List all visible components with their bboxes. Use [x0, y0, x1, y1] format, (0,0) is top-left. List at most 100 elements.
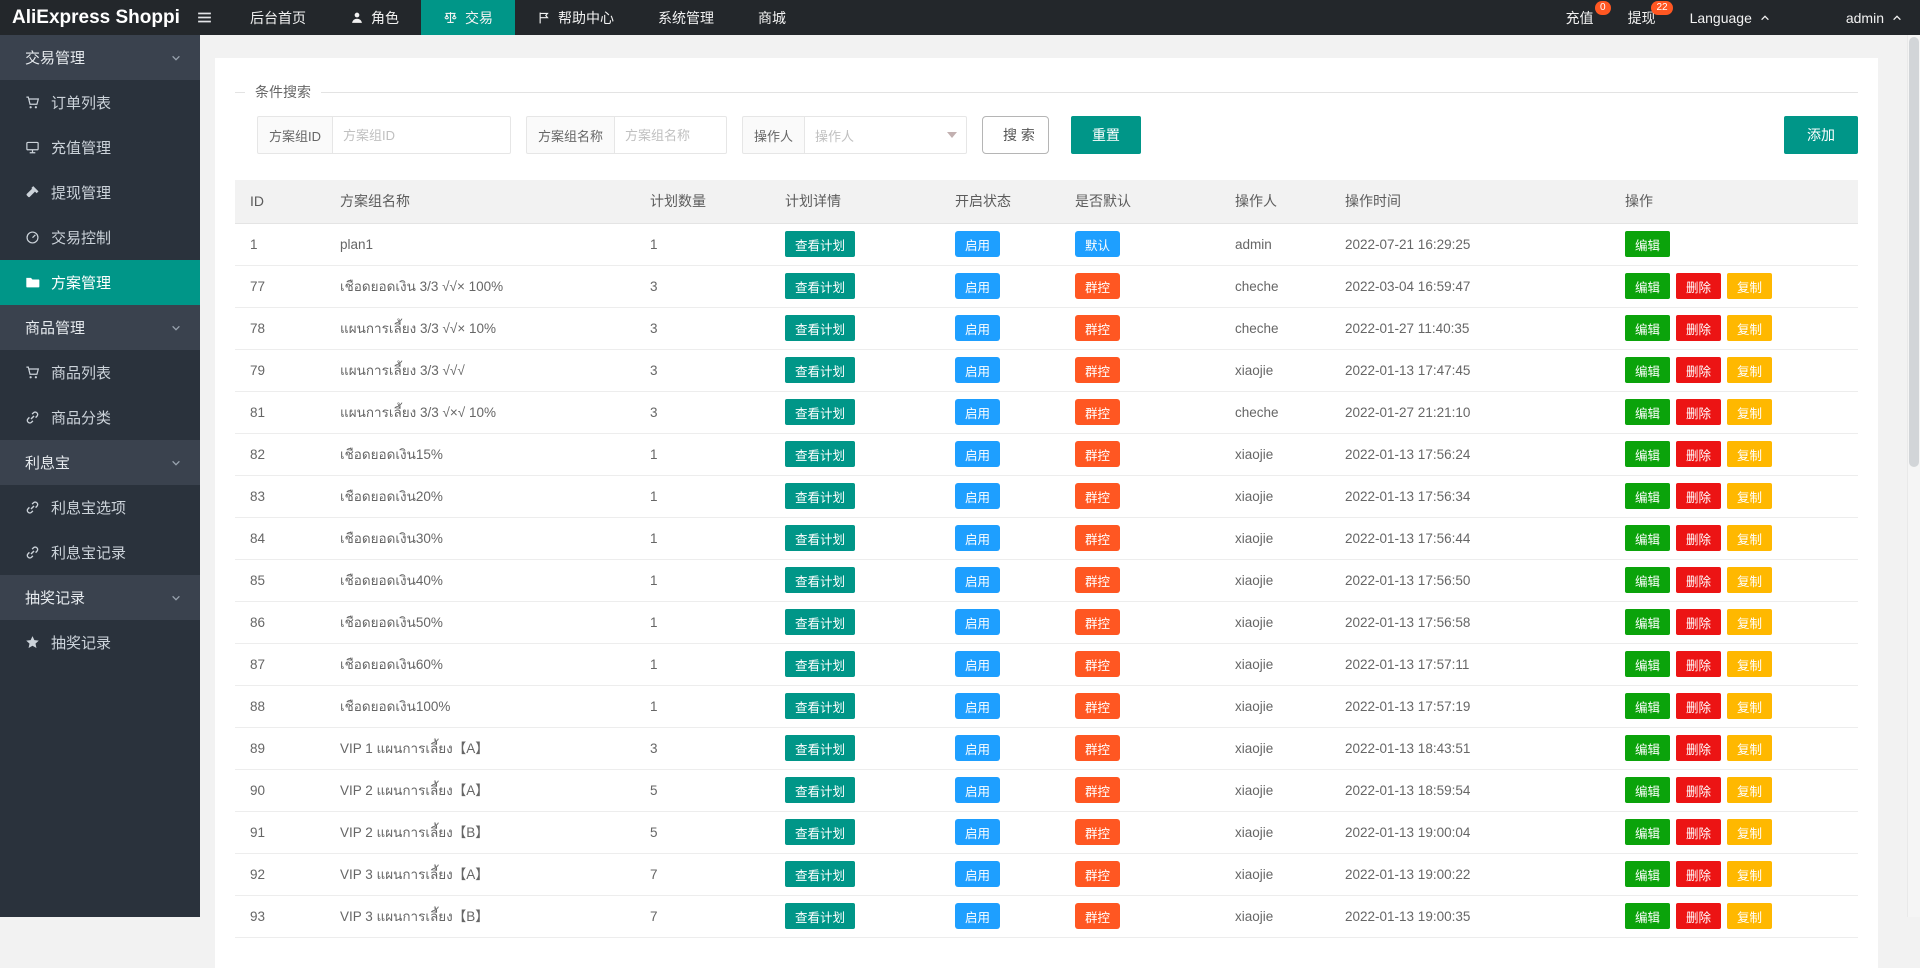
- sidebar-item-0-2[interactable]: 提现管理: [0, 170, 200, 215]
- view-plan-button[interactable]: 查看计划: [785, 819, 855, 845]
- sidebar-group-2[interactable]: 利息宝: [0, 440, 200, 485]
- view-plan-button[interactable]: 查看计划: [785, 777, 855, 803]
- delete-button[interactable]: 删除: [1676, 483, 1721, 509]
- hamburger-icon[interactable]: [180, 0, 228, 35]
- view-plan-button[interactable]: 查看计划: [785, 315, 855, 341]
- delete-button[interactable]: 删除: [1676, 357, 1721, 383]
- plan-group-id-input[interactable]: [333, 116, 511, 154]
- edit-button[interactable]: 编辑: [1625, 567, 1670, 593]
- edit-button[interactable]: 编辑: [1625, 861, 1670, 887]
- withdraw-menu-item[interactable]: 提现 22: [1611, 0, 1673, 35]
- view-plan-button[interactable]: 查看计划: [785, 903, 855, 929]
- view-plan-button[interactable]: 查看计划: [785, 441, 855, 467]
- default-status-button[interactable]: 群控: [1075, 441, 1120, 467]
- edit-button[interactable]: 编辑: [1625, 609, 1670, 635]
- copy-button[interactable]: 复制: [1727, 441, 1772, 467]
- view-plan-button[interactable]: 查看计划: [785, 693, 855, 719]
- default-status-button[interactable]: 群控: [1075, 777, 1120, 803]
- top-menu-item-5[interactable]: 商城: [736, 0, 808, 35]
- copy-button[interactable]: 复制: [1727, 861, 1772, 887]
- status-enabled-button[interactable]: 启用: [955, 441, 1000, 467]
- status-enabled-button[interactable]: 启用: [955, 315, 1000, 341]
- default-status-button[interactable]: 群控: [1075, 819, 1120, 845]
- plan-group-name-input[interactable]: [615, 116, 727, 154]
- sidebar-item-0-1[interactable]: 充值管理: [0, 125, 200, 170]
- delete-button[interactable]: 删除: [1676, 609, 1721, 635]
- status-enabled-button[interactable]: 启用: [955, 483, 1000, 509]
- add-button[interactable]: 添加: [1784, 116, 1858, 154]
- copy-button[interactable]: 复制: [1727, 567, 1772, 593]
- vertical-scrollbar[interactable]: [1907, 35, 1920, 917]
- delete-button[interactable]: 删除: [1676, 273, 1721, 299]
- delete-button[interactable]: 删除: [1676, 651, 1721, 677]
- status-enabled-button[interactable]: 启用: [955, 273, 1000, 299]
- reset-button[interactable]: 重置: [1071, 116, 1141, 154]
- delete-button[interactable]: 删除: [1676, 861, 1721, 887]
- sidebar-item-0-0[interactable]: 订单列表: [0, 80, 200, 125]
- view-plan-button[interactable]: 查看计划: [785, 231, 855, 257]
- edit-button[interactable]: 编辑: [1625, 777, 1670, 803]
- edit-button[interactable]: 编辑: [1625, 819, 1670, 845]
- default-status-button[interactable]: 群控: [1075, 861, 1120, 887]
- edit-button[interactable]: 编辑: [1625, 399, 1670, 425]
- copy-button[interactable]: 复制: [1727, 483, 1772, 509]
- default-status-button[interactable]: 群控: [1075, 273, 1120, 299]
- default-status-button[interactable]: 群控: [1075, 735, 1120, 761]
- default-status-button[interactable]: 群控: [1075, 651, 1120, 677]
- edit-button[interactable]: 编辑: [1625, 525, 1670, 551]
- operator-select[interactable]: 操作人: [805, 116, 967, 154]
- status-enabled-button[interactable]: 启用: [955, 693, 1000, 719]
- default-status-button[interactable]: 默认: [1075, 231, 1120, 257]
- edit-button[interactable]: 编辑: [1625, 483, 1670, 509]
- delete-button[interactable]: 删除: [1676, 903, 1721, 929]
- copy-button[interactable]: 复制: [1727, 819, 1772, 845]
- delete-button[interactable]: 删除: [1676, 693, 1721, 719]
- copy-button[interactable]: 复制: [1727, 651, 1772, 677]
- edit-button[interactable]: 编辑: [1625, 651, 1670, 677]
- copy-button[interactable]: 复制: [1727, 777, 1772, 803]
- status-enabled-button[interactable]: 启用: [955, 735, 1000, 761]
- sidebar-item-1-0[interactable]: 商品列表: [0, 350, 200, 395]
- view-plan-button[interactable]: 查看计划: [785, 273, 855, 299]
- top-menu-item-1[interactable]: 角色: [328, 0, 421, 35]
- copy-button[interactable]: 复制: [1727, 273, 1772, 299]
- view-plan-button[interactable]: 查看计划: [785, 483, 855, 509]
- copy-button[interactable]: 复制: [1727, 399, 1772, 425]
- copy-button[interactable]: 复制: [1727, 315, 1772, 341]
- top-menu-item-0[interactable]: 后台首页: [228, 0, 328, 35]
- sidebar-item-1-1[interactable]: 商品分类: [0, 395, 200, 440]
- status-enabled-button[interactable]: 启用: [955, 525, 1000, 551]
- top-menu-item-2[interactable]: 交易: [421, 0, 515, 35]
- status-enabled-button[interactable]: 启用: [955, 567, 1000, 593]
- view-plan-button[interactable]: 查看计划: [785, 861, 855, 887]
- status-enabled-button[interactable]: 启用: [955, 609, 1000, 635]
- copy-button[interactable]: 复制: [1727, 903, 1772, 929]
- delete-button[interactable]: 删除: [1676, 315, 1721, 341]
- sidebar-item-2-0[interactable]: 利息宝选项: [0, 485, 200, 530]
- delete-button[interactable]: 删除: [1676, 441, 1721, 467]
- search-button[interactable]: 搜 索: [982, 116, 1049, 154]
- refresh-button[interactable]: [1788, 0, 1822, 35]
- default-status-button[interactable]: 群控: [1075, 357, 1120, 383]
- view-plan-button[interactable]: 查看计划: [785, 357, 855, 383]
- status-enabled-button[interactable]: 启用: [955, 777, 1000, 803]
- sidebar-group-0[interactable]: 交易管理: [0, 35, 200, 80]
- delete-button[interactable]: 删除: [1676, 735, 1721, 761]
- edit-button[interactable]: 编辑: [1625, 441, 1670, 467]
- edit-button[interactable]: 编辑: [1625, 315, 1670, 341]
- sidebar-item-2-1[interactable]: 利息宝记录: [0, 530, 200, 575]
- view-plan-button[interactable]: 查看计划: [785, 399, 855, 425]
- edit-button[interactable]: 编辑: [1625, 231, 1670, 257]
- delete-button[interactable]: 删除: [1676, 399, 1721, 425]
- default-status-button[interactable]: 群控: [1075, 315, 1120, 341]
- view-plan-button[interactable]: 查看计划: [785, 525, 855, 551]
- scrollbar-thumb[interactable]: [1909, 37, 1919, 467]
- status-enabled-button[interactable]: 启用: [955, 231, 1000, 257]
- status-enabled-button[interactable]: 启用: [955, 861, 1000, 887]
- sidebar-item-0-4[interactable]: 方案管理: [0, 260, 200, 305]
- default-status-button[interactable]: 群控: [1075, 567, 1120, 593]
- copy-button[interactable]: 复制: [1727, 609, 1772, 635]
- delete-button[interactable]: 删除: [1676, 777, 1721, 803]
- copy-button[interactable]: 复制: [1727, 735, 1772, 761]
- default-status-button[interactable]: 群控: [1075, 483, 1120, 509]
